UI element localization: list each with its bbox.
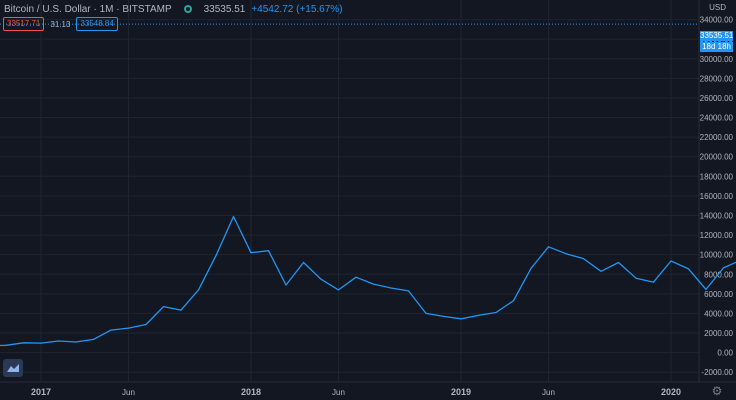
data-point (670, 260, 672, 262)
x-tick-label: 2017 (31, 387, 51, 397)
y-tick-label: 30000.00 (700, 55, 734, 64)
last-price-tag: 33535.51 (700, 31, 734, 41)
data-point (92, 338, 95, 340)
data-point (407, 290, 410, 292)
x-tick-label: 2018 (241, 387, 261, 397)
symbol-header: Bitcoin / U.S. Dollar · 1M · BITSTAMP 33… (4, 2, 343, 16)
data-point (40, 342, 42, 344)
data-point (442, 315, 445, 317)
data-point (5, 344, 7, 346)
price-axis[interactable]: 34000.0032000.0030000.0028000.0026000.00… (700, 16, 734, 378)
y-tick-label: 24000.00 (700, 114, 734, 123)
y-tick-label: 14000.00 (700, 211, 734, 220)
market-status-icon[interactable] (183, 5, 192, 13)
x-tick-label: 2019 (451, 387, 471, 397)
data-point (75, 341, 77, 343)
symbol-title[interactable]: Bitcoin / U.S. Dollar · 1M · BITSTAMP (4, 4, 172, 15)
tradingview-logo-icon[interactable] (3, 359, 23, 377)
data-point (477, 314, 480, 316)
y-tick-label: 28000.00 (700, 74, 734, 83)
data-point (355, 276, 357, 278)
y-tick-label: 6000.00 (704, 290, 733, 299)
y-tick-label: 26000.00 (700, 94, 734, 103)
data-point (197, 289, 200, 291)
price-series-line (0, 215, 736, 347)
data-point (22, 342, 25, 344)
data-point (600, 270, 602, 272)
data-point (495, 311, 497, 314)
data-point (687, 268, 690, 270)
data-point (460, 318, 462, 320)
data-point (425, 312, 427, 315)
bar-countdown-tag: 18d 18h (700, 42, 733, 52)
last-price: 33535.51 (203, 3, 246, 15)
data-point (372, 283, 375, 285)
price-change: +4542.72 (+15.67%) (251, 3, 343, 15)
data-point (302, 261, 305, 264)
trade-panel: 33517.71 31.13 33548.84 (3, 17, 118, 31)
data-point (232, 215, 235, 218)
spread-value: 31.13 (50, 19, 71, 29)
data-point (635, 277, 637, 279)
data-point (145, 323, 147, 326)
data-point (512, 300, 515, 302)
data-point (162, 305, 165, 308)
data-point (215, 255, 217, 257)
data-point (582, 257, 585, 260)
data-point (565, 253, 567, 255)
y-tick-label: 22000.00 (700, 133, 734, 142)
data-point (250, 252, 252, 254)
price-chart[interactable]: 34000.0032000.0030000.0028000.0026000.00… (0, 0, 736, 400)
data-point (320, 278, 322, 280)
y-tick-label: 2000.00 (704, 329, 733, 338)
data-point (390, 287, 392, 289)
data-point (285, 284, 287, 286)
x-tick-label: Jun (332, 388, 345, 397)
data-point (547, 246, 550, 248)
x-tick-label: Jun (122, 388, 135, 397)
time-axis[interactable]: 2017Jun2018Jun2019Jun2020Jun2021 (31, 387, 736, 397)
sell-button[interactable]: 33517.71 (3, 17, 45, 31)
data-point (127, 327, 130, 329)
y-tick-label: 18000.00 (700, 172, 734, 181)
y-tick-label: -2000.00 (701, 368, 733, 377)
series-points (5, 215, 725, 346)
data-point (267, 250, 270, 252)
y-tick-label: 20000.00 (700, 153, 734, 162)
data-point (337, 289, 340, 291)
logo-mark-icon (7, 364, 19, 372)
y-tick-label: 4000.00 (704, 309, 733, 318)
data-point (530, 267, 532, 269)
gear-icon[interactable]: ⚙ (710, 384, 724, 398)
data-point (652, 281, 655, 283)
x-tick-label: 2020 (661, 387, 681, 397)
x-tick-label: Jun (542, 388, 555, 397)
buy-button[interactable]: 33548.84 (76, 17, 118, 31)
data-point (110, 329, 112, 331)
y-tick-label: 16000.00 (700, 192, 734, 201)
y-tick-label: 34000.00 (700, 16, 734, 25)
grid-lines (0, 0, 699, 382)
y-tick-label: 10000.00 (700, 251, 734, 260)
y-tick-label: 0.00 (717, 349, 733, 358)
y-tick-label: 8000.00 (704, 270, 733, 279)
data-point (705, 288, 707, 291)
data-point (57, 340, 60, 342)
data-point (180, 309, 182, 311)
y-tick-label: 12000.00 (700, 231, 734, 240)
currency-label[interactable]: USD (709, 4, 726, 12)
data-point (617, 261, 620, 264)
data-point (722, 267, 725, 269)
